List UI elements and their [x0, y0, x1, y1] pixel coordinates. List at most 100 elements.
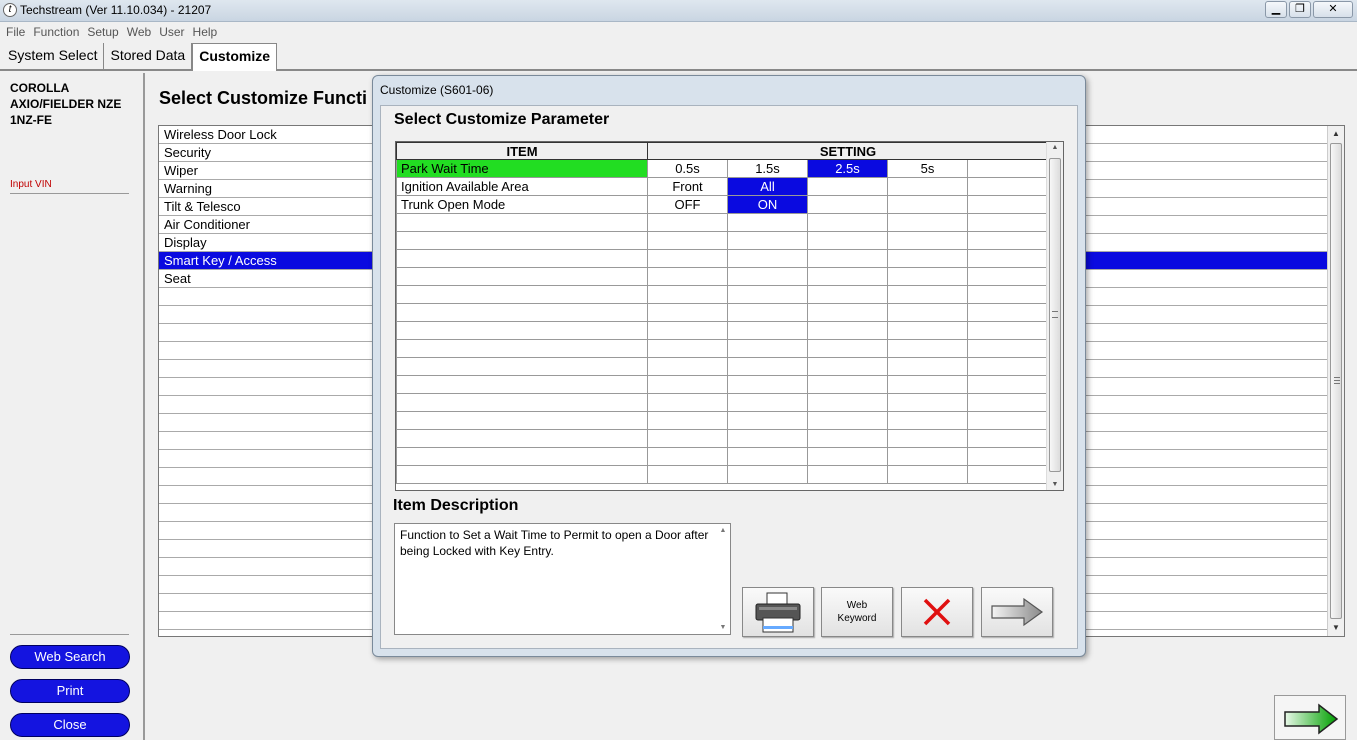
next-button[interactable] — [1274, 695, 1346, 740]
setting-cell — [647, 321, 728, 340]
item-description-box[interactable]: Function to Set a Wait Time to Permit to… — [394, 523, 731, 635]
scroll-down-icon[interactable]: ▼ — [716, 624, 730, 631]
table-row[interactable]: Park Wait Time 0.5s 1.5s 2.5s 5s — [396, 159, 1049, 178]
item-cell — [396, 213, 648, 232]
setting-cell — [967, 231, 1049, 250]
item-cell — [396, 231, 648, 250]
scroll-down-icon[interactable]: ▼ — [1047, 481, 1063, 488]
grid-scrollbar[interactable]: ▲ ▼ — [1046, 142, 1063, 490]
table-row[interactable]: Ignition Available Area Front All — [396, 177, 1049, 196]
setting-cell — [967, 303, 1049, 322]
setting-cell — [727, 357, 808, 376]
setting-cell — [967, 267, 1049, 286]
scroll-thumb[interactable] — [1330, 143, 1342, 619]
scroll-thumb[interactable] — [1049, 158, 1061, 472]
setting-cell — [887, 249, 968, 268]
setting-cell — [647, 213, 728, 232]
setting-cell-selected[interactable]: 2.5s — [807, 159, 888, 178]
vehicle-model: COROLLA — [10, 81, 70, 95]
scroll-up-icon[interactable]: ▲ — [1328, 126, 1344, 142]
setting-cell — [967, 285, 1049, 304]
setting-cell — [887, 375, 968, 394]
param-trunk-open-mode[interactable]: Trunk Open Mode — [396, 195, 648, 214]
setting-cell — [967, 159, 1049, 178]
setting-cell — [807, 339, 888, 358]
setting-cell — [807, 393, 888, 412]
gray-arrow-right-icon — [991, 597, 1044, 627]
table-row — [396, 375, 1049, 394]
setting-cell[interactable]: 5s — [887, 159, 968, 178]
setting-cell — [727, 393, 808, 412]
setting-cell[interactable]: Front — [647, 177, 728, 196]
setting-cell — [727, 249, 808, 268]
setting-cell-selected[interactable]: ON — [727, 195, 808, 214]
customize-dialog: Customize (S601-06) Select Customize Par… — [372, 75, 1086, 657]
param-park-wait-time[interactable]: Park Wait Time — [396, 159, 648, 178]
scroll-up-icon[interactable]: ▲ — [1047, 144, 1063, 151]
setting-cell — [967, 465, 1049, 484]
next-step-button[interactable] — [981, 587, 1053, 637]
divider — [10, 634, 129, 635]
setting-cell[interactable]: 0.5s — [647, 159, 728, 178]
parameter-grid: ITEM SETTING Park Wait Time 0.5s 1.5s 2.… — [395, 141, 1064, 491]
setting-cell — [807, 213, 888, 232]
setting-cell — [967, 411, 1049, 430]
item-cell — [396, 447, 648, 466]
setting-cell — [887, 411, 968, 430]
print-data-button[interactable] — [742, 587, 814, 637]
close-window-button[interactable]: ✕ — [1313, 1, 1353, 18]
setting-cell — [807, 321, 888, 340]
close-button[interactable]: Close — [10, 713, 130, 737]
setting-cell — [887, 447, 968, 466]
web-keyword-button[interactable]: Web Keyword — [821, 587, 893, 637]
input-vin-link[interactable]: Input VIN — [10, 179, 129, 194]
table-row — [396, 285, 1049, 304]
column-header-setting: SETTING — [647, 142, 1049, 160]
setting-cell — [727, 321, 808, 340]
setting-cell — [647, 303, 728, 322]
maximize-button[interactable]: ❐ — [1289, 1, 1311, 18]
setting-cell — [967, 177, 1049, 196]
vehicle-variant: AXIO/FIELDER NZE — [10, 97, 122, 111]
table-row — [396, 411, 1049, 430]
menu-function[interactable]: Function — [31, 22, 85, 42]
setting-cell-selected[interactable]: All — [727, 177, 808, 196]
description-scrollbar[interactable]: ▲ ▼ — [716, 524, 730, 634]
setting-cell — [967, 393, 1049, 412]
menu-bar: File Function Setup Web User Help — [0, 22, 1357, 42]
web-search-button[interactable]: Web Search — [10, 645, 130, 669]
menu-web[interactable]: Web — [125, 22, 157, 42]
tab-stored-data[interactable]: Stored Data — [104, 43, 193, 69]
param-ignition-available-area[interactable]: Ignition Available Area — [396, 177, 648, 196]
tab-customize[interactable]: Customize — [192, 43, 277, 71]
item-cell — [396, 357, 648, 376]
table-row — [396, 393, 1049, 412]
setting-cell — [727, 285, 808, 304]
menu-help[interactable]: Help — [191, 22, 224, 42]
setting-cell — [887, 465, 968, 484]
scroll-down-icon[interactable]: ▼ — [1328, 620, 1344, 636]
minimize-button[interactable]: ▁ — [1265, 1, 1287, 18]
cancel-button[interactable] — [901, 587, 973, 637]
setting-cell[interactable]: OFF — [647, 195, 728, 214]
setting-cell — [807, 375, 888, 394]
page-title: Select Customize Functi — [159, 88, 368, 108]
setting-cell — [967, 339, 1049, 358]
table-row — [396, 267, 1049, 286]
setting-cell — [887, 339, 968, 358]
table-row[interactable]: Trunk Open Mode OFF ON — [396, 195, 1049, 214]
setting-cell — [967, 321, 1049, 340]
menu-user[interactable]: User — [157, 22, 190, 42]
setting-cell — [727, 411, 808, 430]
print-button[interactable]: Print — [10, 679, 130, 703]
function-list-scrollbar[interactable]: ▲ ▼ — [1327, 126, 1344, 636]
setting-cell — [887, 213, 968, 232]
setting-cell[interactable]: 1.5s — [727, 159, 808, 178]
printer-icon — [755, 592, 801, 633]
tab-system-select[interactable]: System Select — [2, 43, 105, 69]
menu-setup[interactable]: Setup — [85, 22, 124, 42]
title-bar: t Techstream (Ver 11.10.034) - 21207 ▁ ❐… — [0, 0, 1357, 22]
menu-file[interactable]: File — [4, 22, 31, 42]
scroll-up-icon[interactable]: ▲ — [716, 527, 730, 534]
setting-cell — [647, 447, 728, 466]
